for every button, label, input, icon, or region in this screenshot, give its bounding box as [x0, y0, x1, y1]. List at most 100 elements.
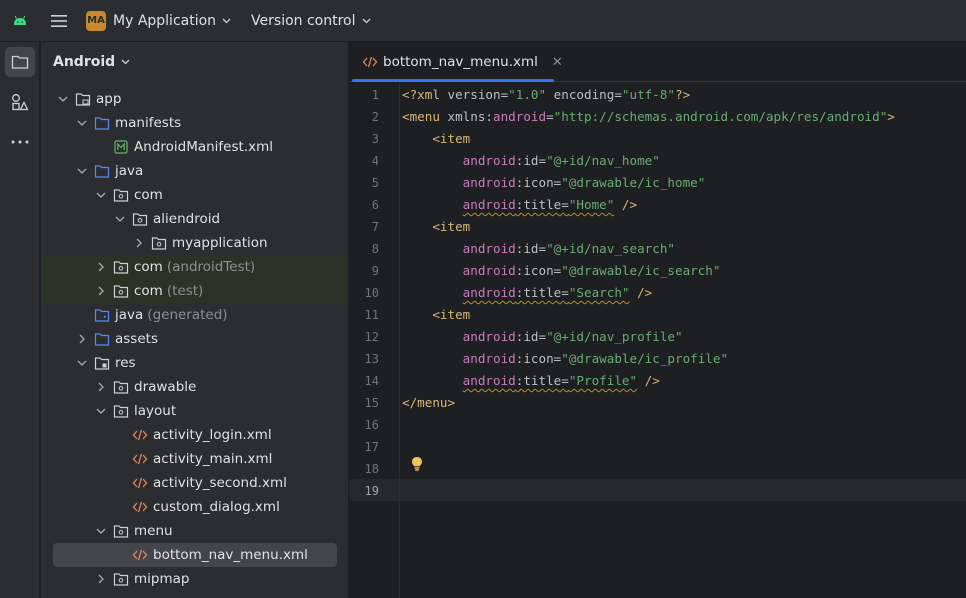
tree-item-label: myapplication — [172, 235, 268, 251]
project-switcher[interactable]: MA My Application — [78, 0, 239, 42]
tree-item-label: com — [134, 187, 163, 203]
tree-item[interactable]: com (androidTest) — [41, 255, 348, 279]
code-line[interactable]: </menu> — [402, 392, 455, 414]
tree-item[interactable]: menu — [41, 519, 348, 543]
line-number: 14 — [364, 374, 379, 388]
chevron-down-icon[interactable] — [76, 117, 88, 129]
tree-item-label: AndroidManifest.xml — [134, 139, 273, 155]
tree-item[interactable]: activity_main.xml — [41, 447, 348, 471]
tree-item[interactable]: com — [41, 183, 348, 207]
chevron-down-icon — [121, 59, 130, 65]
tree-item[interactable]: app — [41, 87, 348, 111]
code-line[interactable]: <menu xmlns:android="http://schemas.andr… — [402, 106, 895, 128]
code-editor: bottom_nav_menu.xml ✕ 1 2 3 4 5 6 7 8 9 10 11 12 13 1… — [350, 42, 966, 598]
tree-item-label: drawable — [134, 379, 197, 395]
code-line[interactable]: <?xml version="1.0" encoding="utf-8"?> — [402, 84, 690, 106]
tree-item-suffix: (test) — [166, 283, 204, 299]
chevron-right-icon[interactable] — [95, 381, 107, 393]
chevron-down-icon[interactable] — [95, 405, 107, 417]
code-token: <menu — [402, 109, 448, 124]
chevron-down-icon[interactable] — [76, 165, 88, 177]
chevron-right-icon[interactable] — [95, 573, 107, 585]
tree-item[interactable]: assets — [41, 327, 348, 351]
code-line[interactable]: <item — [402, 216, 470, 238]
code-line[interactable]: android:icon="@drawable/ic_profile" — [402, 348, 728, 370]
package-icon — [113, 379, 129, 395]
code-line[interactable]: android:id="@+id/nav_profile" — [402, 326, 683, 348]
tree-item-label: activity_login.xml — [153, 427, 272, 443]
chevron-down-icon[interactable] — [95, 525, 107, 537]
version-control-label: Version control — [251, 12, 356, 29]
code-token: "1.0" — [508, 87, 547, 102]
code-token: android — [493, 109, 547, 124]
package-icon — [113, 187, 129, 203]
generated-folder-icon — [94, 307, 110, 323]
code-line[interactable]: android:title="Home" /> — [402, 194, 637, 216]
close-icon[interactable]: ✕ — [552, 55, 563, 70]
more-horizontal-icon — [11, 140, 29, 144]
code-token: :title= — [515, 285, 569, 300]
code-line[interactable]: android:title="Profile" /> — [402, 370, 660, 392]
editor-tab[interactable]: bottom_nav_menu.xml ✕ — [352, 42, 563, 82]
code-line[interactable]: android:title="Search" /> — [402, 282, 653, 304]
code-line[interactable]: android:icon="@drawable/ic_home" — [402, 172, 706, 194]
code-line[interactable]: <item — [402, 304, 470, 326]
code-token: "@drawable/ic_home" — [561, 175, 706, 190]
tree-item[interactable]: java — [41, 159, 348, 183]
tree-item[interactable]: activity_login.xml — [41, 423, 348, 447]
tree-item[interactable]: com (test) — [41, 279, 348, 303]
version-control-menu[interactable]: Version control — [243, 0, 378, 42]
tree-item[interactable]: layout — [41, 399, 348, 423]
chevron-down-icon[interactable] — [95, 189, 107, 201]
package-icon — [113, 403, 129, 419]
code-line[interactable]: android:icon="@drawable/ic_search" — [402, 260, 721, 282]
editor-tab-bar: bottom_nav_menu.xml ✕ — [350, 42, 966, 82]
res-folder-icon — [94, 355, 110, 371]
chevron-down-icon[interactable] — [57, 93, 69, 105]
more-tools-button[interactable] — [5, 127, 35, 157]
android-logo-icon[interactable] — [0, 0, 40, 42]
code-token: android — [462, 175, 516, 190]
chevron-right-icon[interactable] — [76, 333, 88, 345]
tree-item[interactable]: aliendroid — [41, 207, 348, 231]
chevron-down-icon[interactable] — [76, 357, 88, 369]
chevron-down-icon[interactable] — [114, 213, 126, 225]
project-tool-button[interactable] — [5, 47, 35, 77]
chevron-right-icon[interactable] — [95, 285, 107, 297]
title-bar: MA My Application Version control — [0, 0, 966, 42]
resource-manager-button[interactable] — [5, 87, 35, 117]
tree-item[interactable]: myapplication — [41, 231, 348, 255]
tree-item[interactable]: mipmap — [41, 567, 348, 591]
tree-item-label: manifests — [115, 115, 182, 131]
tree-item[interactable]: AndroidManifest.xml — [41, 135, 348, 159]
project-view-selector[interactable]: Android — [41, 42, 348, 82]
tree-item[interactable]: activity_second.xml — [41, 471, 348, 495]
code-token: "@+id/nav_search" — [546, 241, 675, 256]
package-icon — [113, 283, 129, 299]
tree-item[interactable]: res — [41, 351, 348, 375]
lightbulb-icon[interactable] — [410, 456, 424, 472]
code-token: "Profile" — [568, 373, 638, 388]
code-line[interactable]: <item — [402, 128, 470, 150]
code-token: android — [462, 285, 516, 300]
package-icon — [113, 523, 129, 539]
shapes-icon — [12, 94, 29, 111]
tree-item[interactable]: custom_dialog.xml — [41, 495, 348, 519]
code-line[interactable]: android:id="@+id/nav_home" — [402, 150, 660, 172]
package-icon — [151, 235, 167, 251]
tree-item[interactable]: drawable — [41, 375, 348, 399]
tree-item[interactable]: manifests — [41, 111, 348, 135]
code-line[interactable]: android:id="@+id/nav_search" — [402, 238, 675, 260]
tree-item[interactable]: bottom_nav_menu.xml — [41, 543, 348, 567]
chevron-right-icon[interactable] — [133, 237, 145, 249]
chevron-right-icon[interactable] — [95, 261, 107, 273]
code-token: android — [462, 351, 516, 366]
project-panel: Android app manifests AndroidManifest.xml j… — [41, 42, 349, 598]
main-menu-button[interactable] — [40, 0, 78, 42]
code-token: "@+id/nav_profile" — [546, 329, 683, 344]
tree-item[interactable]: java (generated) — [41, 303, 348, 327]
